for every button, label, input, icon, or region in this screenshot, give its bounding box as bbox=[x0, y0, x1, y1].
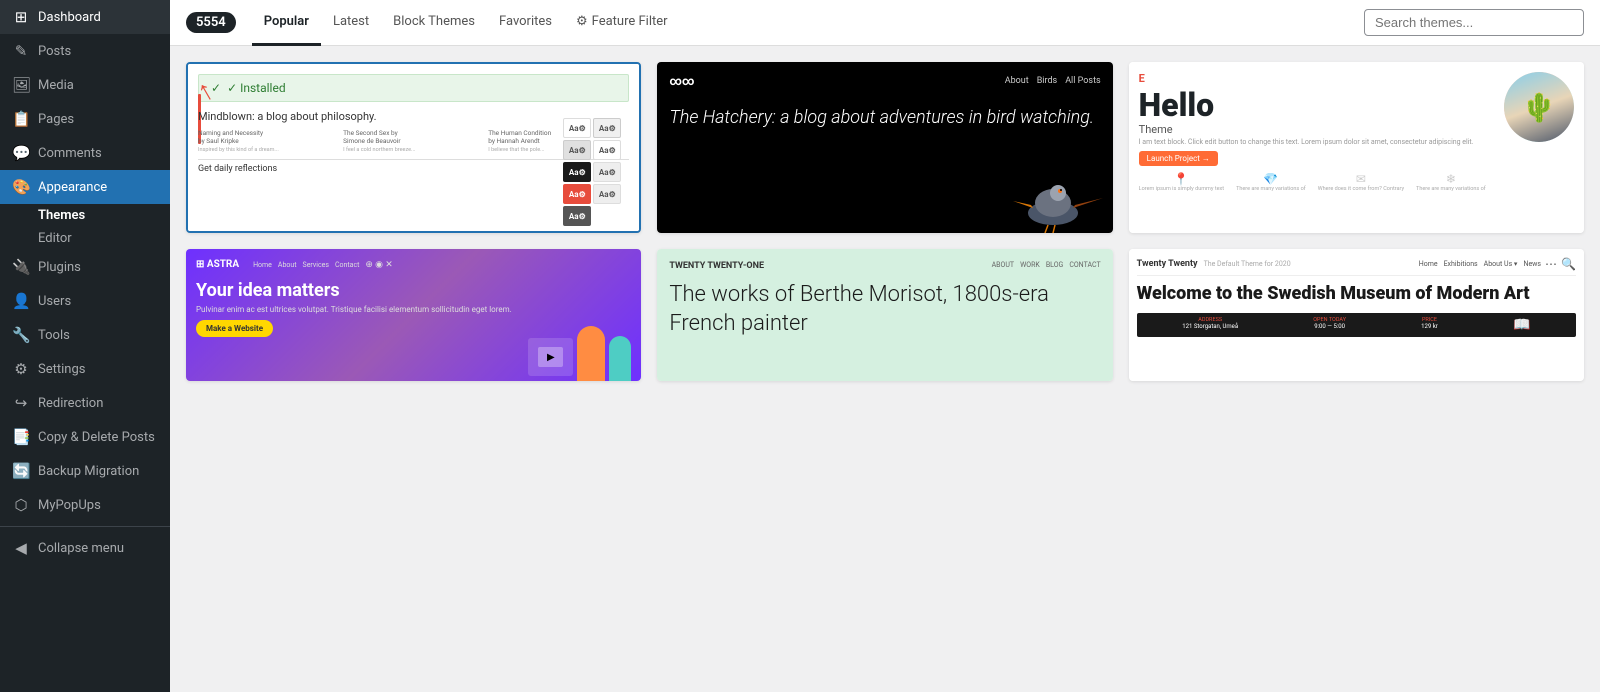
sidebar: ⊞ Dashboard ✎ Posts 🖼 Media 📋 Pages 💬 Co… bbox=[0, 0, 170, 692]
sidebar-item-tools[interactable]: 🔧 Tools bbox=[0, 318, 170, 352]
sidebar-item-dashboard[interactable]: ⊞ Dashboard bbox=[0, 0, 170, 34]
sidebar-item-pages[interactable]: 📋 Pages bbox=[0, 102, 170, 136]
tt2-nav-links: About Birds All Posts bbox=[1005, 76, 1101, 86]
tt-default-label: The Default Theme for 2020 bbox=[1204, 260, 1291, 268]
themes-count: 5554 bbox=[186, 12, 236, 33]
tab-favorites[interactable]: Favorites bbox=[487, 0, 564, 46]
users-icon: 👤 bbox=[12, 292, 30, 310]
hello-launch-button[interactable]: Launch Project → bbox=[1139, 151, 1218, 166]
tt-nav-links: Home Exhibitions About Us ▾ News bbox=[1419, 260, 1541, 268]
copy-icon: 📑 bbox=[12, 428, 30, 446]
theme-card-astra: ⊞ ASTRA Home About Services Contact ⊕ ◉ … bbox=[186, 249, 641, 381]
theme-preview-tt1: TWENTY TWENTY-ONE ABOUT WORK BLOG CONTAC… bbox=[657, 249, 1112, 381]
comments-icon: 💬 bbox=[12, 144, 30, 162]
sidebar-item-media[interactable]: 🖼 Media bbox=[0, 68, 170, 102]
tt-address-bar: ADDRESS 121 Storgatan, Umeå OPEN TODAY 9… bbox=[1137, 313, 1576, 337]
sidebar-item-copy-delete[interactable]: 📑 Copy & Delete Posts bbox=[0, 420, 170, 454]
redirection-icon: ↪ bbox=[12, 394, 30, 412]
posts-icon: ✎ bbox=[12, 42, 30, 60]
theme-preview-tt2: ∞∞ About Birds All Posts The Hatchery: a… bbox=[657, 62, 1112, 233]
swatch4: Aa⚙ bbox=[593, 140, 621, 160]
tab-block-themes[interactable]: Block Themes bbox=[381, 0, 487, 46]
themes-tab-bar: 5554 Popular Latest Block Themes Favorit… bbox=[170, 0, 1600, 46]
book-icon: 📖 bbox=[1513, 317, 1530, 333]
sidebar-item-comments[interactable]: 💬 Comments bbox=[0, 136, 170, 170]
mypopups-icon: ⬡ bbox=[12, 496, 30, 514]
astra-cta-button[interactable]: Make a Website bbox=[196, 320, 273, 337]
theme-footer-tt3: Twenty Twenty-Three Activated Customize bbox=[188, 231, 639, 233]
theme-card-tt3: ↑ ✓ ✓ Installed Mindblown: a blog about … bbox=[186, 62, 641, 233]
sidebar-item-users[interactable]: 👤 Users bbox=[0, 284, 170, 318]
collapse-menu-button[interactable]: ◀ Collapse menu bbox=[0, 531, 170, 565]
tools-icon: 🔧 bbox=[12, 326, 30, 344]
astra-nav: ⊞ ASTRA Home About Services Contact ⊕ ◉ … bbox=[196, 259, 631, 270]
sidebar-item-redirection[interactable]: ↪ Redirection bbox=[0, 386, 170, 420]
sidebar-sub-themes[interactable]: Themes bbox=[0, 204, 170, 227]
swatch7: Aa⚙ bbox=[563, 184, 591, 204]
sidebar-sub-editor[interactable]: Editor bbox=[0, 227, 170, 250]
hello-circle-image: 🌵 bbox=[1504, 72, 1574, 142]
tt-dots-icon: ⋯ bbox=[1545, 257, 1557, 271]
sidebar-item-settings[interactable]: ⚙ Settings bbox=[0, 352, 170, 386]
tt3-color-grid: Aa⚙ Aa⚙ Aa⚙ Aa⚙ Aa⚙ Aa⚙ Aa⚙ Aa⚙ Aa⚙ bbox=[563, 118, 621, 226]
tt-main-text: Welcome to the Swedish Museum of Modern … bbox=[1137, 282, 1576, 305]
theme-preview-tt3: ↑ ✓ ✓ Installed Mindblown: a blog about … bbox=[188, 64, 639, 231]
theme-preview-tt: Twenty Twenty The Default Theme for 2020… bbox=[1129, 249, 1584, 381]
theme-card-hello: E Hello Theme I am text block. Click edi… bbox=[1129, 62, 1584, 233]
tab-feature-filter[interactable]: ⚙ Feature Filter bbox=[564, 0, 680, 46]
theme-preview-astra: ⊞ ASTRA Home About Services Contact ⊕ ◉ … bbox=[186, 249, 641, 381]
theme-preview-hello: E Hello Theme I am text block. Click edi… bbox=[1129, 62, 1584, 233]
astra-sub-text: Pulvinar enim ac est ultrices volutpat. … bbox=[196, 305, 631, 314]
tt-nav: Twenty Twenty The Default Theme for 2020… bbox=[1137, 257, 1576, 276]
hello-icons-row: 📍 Lorem ipsum is simply dummy text 💎 The… bbox=[1139, 172, 1574, 192]
gear-icon: ⚙ bbox=[576, 14, 588, 29]
swatch9: Aa⚙ bbox=[563, 206, 591, 226]
pages-icon: 📋 bbox=[12, 110, 30, 128]
theme-card-tt2: ∞∞ About Birds All Posts The Hatchery: a… bbox=[657, 62, 1112, 233]
backup-icon: 🔄 bbox=[12, 462, 30, 480]
themes-grid: ↑ ✓ ✓ Installed Mindblown: a blog about … bbox=[170, 46, 1600, 692]
astra-logo: ⊞ ASTRA bbox=[196, 259, 239, 270]
tt2-logo: ∞∞ bbox=[669, 74, 694, 88]
tt1-header: TWENTY TWENTY-ONE ABOUT WORK BLOG CONTAC… bbox=[669, 261, 1100, 271]
sidebar-item-posts[interactable]: ✎ Posts bbox=[0, 34, 170, 68]
tt1-brand: TWENTY TWENTY-ONE bbox=[669, 261, 764, 271]
sidebar-divider bbox=[0, 526, 170, 527]
settings-icon: ⚙ bbox=[12, 360, 30, 378]
astra-main-text: Your idea matters bbox=[196, 280, 631, 301]
swatch3: Aa⚙ bbox=[563, 140, 591, 160]
tt-brand: Twenty Twenty bbox=[1137, 259, 1198, 269]
dashboard-icon: ⊞ bbox=[12, 8, 30, 26]
tt2-nav: ∞∞ About Birds All Posts bbox=[669, 74, 1100, 88]
appearance-icon: 🎨 bbox=[12, 178, 30, 196]
sidebar-item-mypopups[interactable]: ⬡ MyPopUps bbox=[0, 488, 170, 522]
astra-illustration: ▶ bbox=[528, 326, 631, 381]
swatch1: Aa⚙ bbox=[563, 118, 591, 138]
tab-popular[interactable]: Popular bbox=[252, 0, 321, 46]
main-content: 5554 Popular Latest Block Themes Favorit… bbox=[170, 0, 1600, 692]
swatch2: Aa⚙ bbox=[593, 118, 621, 138]
swatch8: Aa⚙ bbox=[593, 184, 621, 204]
search-themes-input[interactable] bbox=[1364, 9, 1584, 36]
swatch6: Aa⚙ bbox=[593, 162, 621, 182]
theme-card-tt1: TWENTY TWENTY-ONE ABOUT WORK BLOG CONTAC… bbox=[657, 249, 1112, 381]
sidebar-item-appearance[interactable]: 🎨 Appearance bbox=[0, 170, 170, 204]
sidebar-item-plugins[interactable]: 🔌 Plugins bbox=[0, 250, 170, 284]
bird-illustration bbox=[993, 153, 1113, 233]
tt1-main-text: The works of Berthe Morisot, 1800s-era F… bbox=[669, 281, 1100, 338]
plugins-icon: 🔌 bbox=[12, 258, 30, 276]
theme-card-tt: Twenty Twenty The Default Theme for 2020… bbox=[1129, 249, 1584, 381]
installed-banner: ✓ ✓ Installed bbox=[198, 74, 629, 102]
media-icon: 🖼 bbox=[12, 76, 30, 94]
collapse-icon: ◀ bbox=[12, 539, 30, 557]
hello-body-text: I am text block. Click edit button to ch… bbox=[1139, 138, 1574, 146]
tab-latest[interactable]: Latest bbox=[321, 0, 381, 46]
tt-search-icon: 🔍 bbox=[1561, 257, 1576, 271]
swatch5: Aa⚙ bbox=[563, 162, 591, 182]
hello-e-logo: E bbox=[1139, 72, 1574, 85]
tt2-main-text: The Hatchery: a blog about adventures in… bbox=[669, 106, 1100, 129]
sidebar-item-backup[interactable]: 🔄 Backup Migration bbox=[0, 454, 170, 488]
